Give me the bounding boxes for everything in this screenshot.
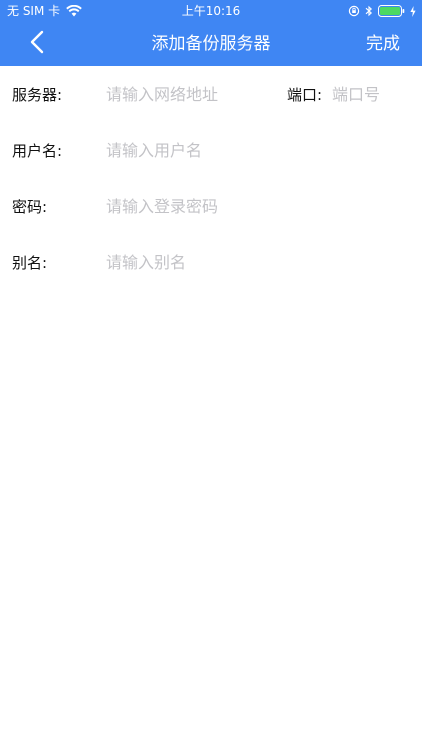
nav-bar: 添加备份服务器 完成 [0,22,422,66]
port-input[interactable] [332,79,412,109]
status-bar: 无 SIM 卡 上午10:16 [0,0,422,22]
lock-rotation-icon [348,5,360,17]
server-form: 服务器: 端口: 用户名: 密码: 别名: [0,66,422,290]
username-label: 用户名: [12,141,63,160]
charging-icon [410,5,416,17]
username-input[interactable] [106,135,406,165]
server-label: 服务器: [12,85,63,104]
battery-icon [378,5,405,17]
server-address-input[interactable] [106,79,276,109]
bluetooth-icon [365,5,373,17]
back-chevron-icon [30,30,44,58]
alias-input[interactable] [106,247,406,277]
alias-label: 别名: [12,253,48,272]
username-row: 用户名: [0,122,422,178]
alias-row: 别名: [0,234,422,290]
password-input[interactable] [106,191,406,221]
password-row: 密码: [0,178,422,234]
done-button[interactable]: 完成 [366,22,400,66]
page-title: 添加备份服务器 [151,34,271,54]
app-header: 无 SIM 卡 上午10:16 添加备份服务器 完成 [0,0,422,66]
password-label: 密码: [12,197,48,216]
port-label: 端口: [287,85,323,104]
server-row: 服务器: 端口: [0,66,422,122]
back-button[interactable] [22,30,52,58]
status-right [348,0,416,22]
